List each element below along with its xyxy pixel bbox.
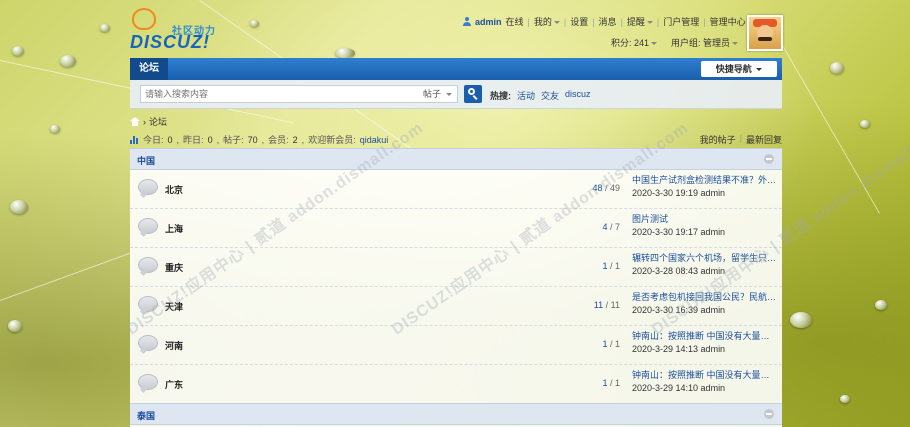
chevron-down-icon bbox=[756, 68, 763, 72]
thread-links: 我的帖子 | 最新回复 bbox=[699, 133, 782, 146]
forum-counts: 1 / 1 bbox=[602, 261, 620, 271]
category-title[interactable]: 泰国 bbox=[137, 409, 155, 422]
forum-row: 广东 1 / 1 钟南山：按照推断 中国没有大量无症状感染者 2020-3-29… bbox=[130, 364, 782, 404]
category-title[interactable]: 中国 bbox=[137, 154, 155, 167]
my-posts-link[interactable]: 我的帖子 bbox=[700, 133, 736, 146]
newest-member-link[interactable]: qidakui bbox=[360, 135, 389, 145]
category-header: 中国 bbox=[130, 148, 782, 170]
chevron-down-icon bbox=[732, 42, 738, 46]
avatar[interactable] bbox=[747, 15, 783, 51]
user-icon bbox=[462, 17, 471, 26]
forum-list: 中国 北京 48 / 49 中国生产试剂盒检测结果不准？外交部回应 2020-3… bbox=[130, 148, 782, 427]
site-logo[interactable]: 社区动力 DISCUZ! bbox=[130, 6, 240, 54]
last-post-meta: 2020-3-30 19:17 admin bbox=[632, 227, 726, 237]
last-post-meta: 2020-3-29 14:10 admin bbox=[632, 383, 726, 393]
collapse-icon[interactable] bbox=[764, 409, 774, 419]
last-post-title[interactable]: 图片测试 bbox=[632, 213, 777, 226]
hot-label: 热搜: bbox=[490, 91, 511, 101]
last-post-title[interactable]: 钟南山：按照推断 中国没有大量无症状感染者 bbox=[632, 330, 777, 343]
search-icon bbox=[468, 88, 475, 95]
forum-bubble-icon bbox=[138, 296, 158, 312]
latest-replies-link[interactable]: 最新回复 bbox=[746, 133, 782, 146]
search-type-select[interactable]: 帖子 bbox=[417, 85, 458, 103]
chevron-down-icon bbox=[650, 42, 657, 46]
stat-today: 0 bbox=[167, 134, 173, 145]
logo-brand: DISCUZ! bbox=[130, 32, 210, 52]
forum-name[interactable]: 河南 bbox=[165, 339, 183, 352]
forum-row: 重庆 1 / 1 辗转四个国家六个机场，留学生只身回国 2020-3-28 08… bbox=[130, 247, 782, 287]
chart-icon bbox=[130, 135, 139, 144]
stat-yesterday: 0 bbox=[207, 134, 213, 145]
forum-bubble-icon bbox=[138, 179, 158, 195]
forum-bubble-icon bbox=[138, 218, 158, 234]
last-post: 中国生产试剂盒检测结果不准？外交部回应 2020-3-30 19:19 admi… bbox=[632, 174, 777, 200]
last-post: 图片测试 2020-3-30 19:17 admin bbox=[632, 213, 777, 239]
forum-counts: 1 / 1 bbox=[602, 378, 620, 388]
last-post-title[interactable]: 中国生产试剂盒检测结果不准？外交部回应 bbox=[632, 174, 777, 187]
forum-bubble-icon bbox=[138, 257, 158, 273]
last-post-meta: 2020-3-30 16:39 admin bbox=[632, 305, 726, 315]
forum-bubble-icon bbox=[138, 335, 158, 351]
credits-menu[interactable]: 积分: 241 bbox=[611, 36, 657, 49]
last-post: 是否考虑包机接回我国公民？民航局回应 2020-3-30 16:39 admin bbox=[632, 291, 777, 317]
online-status[interactable]: 在线 bbox=[505, 15, 523, 28]
user-toolbar: admin 在线 | 我的 | 设置 | 消息 | 提醒 | 门户管理 | 管理… bbox=[462, 15, 774, 28]
hot-term-friends[interactable]: 交友 bbox=[541, 89, 559, 102]
last-post: 钟南山：按照推断 中国没有大量无症状感染者 2020-3-29 14:10 ad… bbox=[632, 369, 777, 395]
last-post-title[interactable]: 辗转四个国家六个机场，留学生只身回国 bbox=[632, 252, 777, 265]
main-nav: 论坛 快捷导航 bbox=[130, 58, 782, 80]
last-post-meta: 2020-3-28 08:43 admin bbox=[632, 266, 726, 276]
forum-bubble-icon bbox=[138, 374, 158, 390]
breadcrumb-current[interactable]: 论坛 bbox=[149, 115, 167, 128]
breadcrumb: › 论坛 bbox=[130, 115, 167, 128]
chevron-down-icon bbox=[445, 93, 452, 97]
hot-term-discuz[interactable]: discuz bbox=[565, 89, 591, 102]
forum-counts: 48 / 49 bbox=[592, 183, 620, 193]
forum-counts: 4 / 7 bbox=[602, 222, 620, 232]
stat-posts: 70 bbox=[247, 134, 258, 145]
collapse-icon[interactable] bbox=[764, 154, 774, 164]
last-post: 辗转四个国家六个机场，留学生只身回国 2020-3-28 08:43 admin bbox=[632, 252, 777, 278]
chevron-down-icon bbox=[646, 21, 653, 25]
forum-name[interactable]: 天津 bbox=[165, 300, 183, 313]
tab-forum[interactable]: 论坛 bbox=[130, 58, 168, 80]
messages-link[interactable]: 消息 bbox=[599, 15, 617, 28]
last-post-title[interactable]: 是否考虑包机接回我国公民？民航局回应 bbox=[632, 291, 777, 304]
forum-name[interactable]: 北京 bbox=[165, 183, 183, 196]
last-post-meta: 2020-3-29 14:13 admin bbox=[632, 344, 726, 354]
forum-row: 上海 4 / 7 图片测试 2020-3-30 19:17 admin bbox=[130, 208, 782, 248]
user-group-menu[interactable]: 用户组: 管理员 bbox=[671, 36, 738, 49]
last-post: 钟南山：按照推断 中国没有大量无症状感染者 2020-3-29 14:13 ad… bbox=[632, 330, 777, 356]
category-header: 泰国 bbox=[130, 403, 782, 425]
forum-stats: 今日: 0 , 昨日: 0 , 帖子: 70 , 会员: 2 , 欢迎新会员: qida… bbox=[130, 133, 388, 146]
home-icon[interactable] bbox=[130, 117, 140, 126]
logo-bubble-icon bbox=[132, 8, 156, 30]
my-menu[interactable]: 我的 bbox=[534, 15, 560, 28]
user-credits-bar: 积分: 241 用户组: 管理员 bbox=[611, 36, 738, 49]
notifications-menu[interactable]: 提醒 bbox=[627, 15, 653, 28]
forum-row: 天津 11 / 11 是否考虑包机接回我国公民？民航局回应 2020-3-30 … bbox=[130, 286, 782, 326]
forum-counts: 1 / 1 bbox=[602, 339, 620, 349]
search-input[interactable] bbox=[140, 85, 426, 103]
chevron-down-icon bbox=[553, 21, 560, 25]
settings-link[interactable]: 设置 bbox=[570, 15, 588, 28]
username-link[interactable]: admin bbox=[475, 17, 502, 27]
last-post-title[interactable]: 钟南山：按照推断 中国没有大量无症状感染者 bbox=[632, 369, 777, 382]
forum-name[interactable]: 重庆 bbox=[165, 261, 183, 274]
stat-members: 2 bbox=[292, 134, 298, 145]
hot-term-activity[interactable]: 活动 bbox=[517, 89, 535, 102]
forum-counts: 11 / 11 bbox=[593, 300, 620, 310]
forum-name[interactable]: 上海 bbox=[165, 222, 183, 235]
forum-row: 河南 1 / 1 钟南山：按照推断 中国没有大量无症状感染者 2020-3-29… bbox=[130, 325, 782, 365]
search-button[interactable] bbox=[464, 85, 482, 103]
quick-nav-button[interactable]: 快捷导航 bbox=[701, 61, 777, 77]
hot-searches: 热搜: 活动 交友 discuz bbox=[490, 89, 591, 102]
last-post-meta: 2020-3-30 19:19 admin bbox=[632, 188, 726, 198]
search-bar: 帖子 热搜: 活动 交友 discuz bbox=[130, 80, 782, 109]
forum-name[interactable]: 广东 bbox=[165, 378, 183, 391]
admin-center-link[interactable]: 管理中心 bbox=[710, 15, 746, 28]
portal-admin-link[interactable]: 门户管理 bbox=[663, 15, 699, 28]
forum-row: 北京 48 / 49 中国生产试剂盒检测结果不准？外交部回应 2020-3-30… bbox=[130, 169, 782, 209]
